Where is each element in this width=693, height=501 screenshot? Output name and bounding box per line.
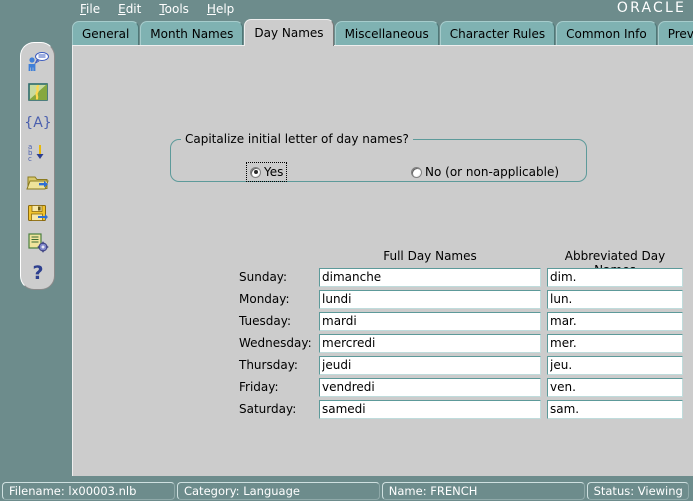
input-abbr-monday[interactable] (547, 290, 683, 309)
territory-map-icon[interactable] (24, 79, 51, 105)
svg-text:{A}: {A} (25, 115, 51, 131)
svg-text:c: c (28, 155, 32, 163)
radio-capitalize-yes[interactable]: Yes (247, 163, 286, 181)
input-abbr-sunday[interactable] (547, 268, 683, 287)
tab-common-info[interactable]: Common Info (556, 21, 657, 46)
input-full-friday[interactable] (319, 378, 541, 397)
input-full-tuesday[interactable] (319, 312, 541, 331)
side-toolbar: {A} a b c (20, 42, 55, 290)
input-full-saturday[interactable] (319, 400, 541, 419)
input-full-wednesday[interactable] (319, 334, 541, 353)
status-name: Name: FRENCH (382, 482, 585, 500)
question-mark-icon[interactable]: ? (24, 259, 51, 285)
tab-miscellaneous[interactable]: Miscellaneous (335, 21, 439, 46)
tab-preview-nlt[interactable]: Preview NLT (658, 21, 693, 46)
input-abbr-thursday[interactable] (547, 356, 683, 375)
title-bar: File Edit Tools Help ORACLE (0, 0, 693, 18)
day-names-grid: Sunday: Monday: Tuesday: Wednesday: Thur… (237, 266, 687, 420)
table-row: Sunday: (237, 266, 687, 288)
table-row: Thursday: (237, 354, 687, 376)
column-header-full-day-names: Full Day Names (319, 249, 541, 263)
save-floppy-icon[interactable] (24, 199, 51, 225)
character-set-icon[interactable]: {A} (24, 109, 51, 135)
menu-file[interactable]: File (71, 1, 109, 17)
tab-general[interactable]: General (72, 21, 139, 46)
table-row: Tuesday: (237, 310, 687, 332)
svg-text:?: ? (32, 262, 43, 283)
input-full-sunday[interactable] (319, 268, 541, 287)
language-person-icon[interactable] (24, 49, 51, 75)
input-abbr-wednesday[interactable] (547, 334, 683, 353)
row-label-tuesday: Tuesday: (237, 314, 319, 328)
oracle-logo: ORACLE (617, 0, 686, 17)
row-label-friday: Friday: (237, 380, 319, 394)
tab-character-rules[interactable]: Character Rules (440, 21, 555, 46)
table-row: Friday: (237, 376, 687, 398)
table-row: Monday: (237, 288, 687, 310)
menu-bar: File Edit Tools Help (71, 1, 243, 17)
radio-no-indicator (411, 167, 422, 178)
input-abbr-tuesday[interactable] (547, 312, 683, 331)
table-row: Wednesday: (237, 332, 687, 354)
tab-day-names[interactable]: Day Names (244, 19, 333, 46)
status-status: Status: Viewing (587, 482, 689, 500)
tab-month-names[interactable]: Month Names (140, 21, 243, 46)
row-label-thursday: Thursday: (237, 358, 319, 372)
radio-yes-label: Yes (264, 165, 283, 179)
status-category: Category: Language (177, 482, 380, 500)
table-row: Saturday: (237, 398, 687, 420)
menu-edit[interactable]: Edit (109, 1, 150, 17)
row-label-wednesday: Wednesday: (237, 336, 319, 350)
input-full-thursday[interactable] (319, 356, 541, 375)
status-filename: Filename: lx00003.nlb (2, 482, 175, 500)
menu-tools[interactable]: Tools (150, 1, 198, 17)
linguistic-sort-icon[interactable]: a b c (24, 139, 51, 165)
input-abbr-friday[interactable] (547, 378, 683, 397)
open-folder-icon[interactable] (24, 169, 51, 195)
document-gear-icon[interactable] (24, 229, 51, 255)
input-full-monday[interactable] (319, 290, 541, 309)
capitalize-group-label: Capitalize initial letter of day names? (181, 132, 413, 146)
row-label-sunday: Sunday: (237, 270, 319, 284)
radio-capitalize-no[interactable]: No (or non-applicable) (411, 165, 559, 179)
day-names-panel: Capitalize initial letter of day names? … (72, 45, 693, 476)
tab-bar: General Month Names Day Names Miscellane… (72, 19, 693, 46)
radio-no-label: No (or non-applicable) (425, 165, 559, 179)
row-label-monday: Monday: (237, 292, 319, 306)
radio-yes-indicator (250, 167, 261, 178)
row-label-saturday: Saturday: (237, 402, 319, 416)
status-bar: Filename: lx00003.nlb Category: Language… (0, 481, 693, 501)
menu-help[interactable]: Help (198, 1, 243, 17)
input-abbr-saturday[interactable] (547, 400, 683, 419)
